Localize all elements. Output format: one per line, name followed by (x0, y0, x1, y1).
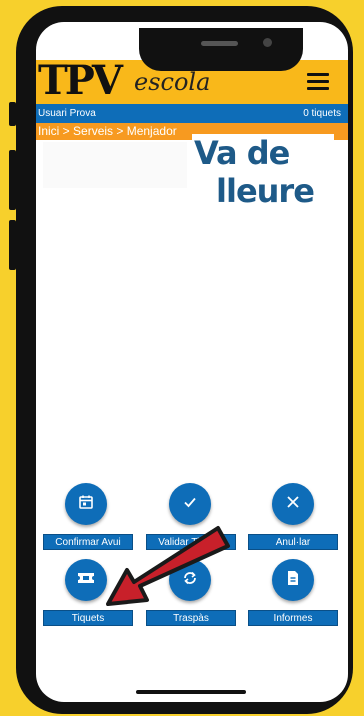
brand-logo-line1: Va de (194, 134, 290, 172)
transfer-label[interactable]: Traspàs (146, 610, 236, 626)
reports-button[interactable] (272, 559, 314, 601)
user-name: Usuari Prova (38, 108, 96, 119)
transfer-button[interactable] (169, 559, 211, 601)
content-panel (43, 142, 187, 188)
tickets-label[interactable]: Tiquets (43, 610, 133, 626)
reports-label[interactable]: Informes (248, 610, 338, 626)
validate-tickets-label[interactable]: Validar Tiquets (146, 534, 236, 550)
tickets-count: 0 tiquets (303, 108, 341, 119)
cancel-label[interactable]: Anul·lar (248, 534, 338, 550)
user-bar: Usuari Prova 0 tiquets (36, 104, 348, 123)
phone-notch (139, 28, 303, 71)
phone-side-button (9, 150, 16, 210)
front-camera (263, 38, 272, 47)
document-icon (286, 570, 300, 591)
confirm-today-button[interactable] (65, 483, 107, 525)
close-icon (286, 495, 300, 514)
speaker-grille (201, 41, 238, 46)
phone-screen: TPV escola Usuari Prova 0 tiquets Inici … (36, 22, 348, 702)
ticket-icon (77, 571, 95, 590)
home-indicator[interactable] (136, 690, 246, 694)
calendar-icon (78, 494, 94, 515)
cancel-button[interactable] (272, 483, 314, 525)
app-logo[interactable]: TPV (38, 59, 123, 103)
validate-tickets-button[interactable] (169, 483, 211, 525)
confirm-today-label[interactable]: Confirmar Avui (43, 534, 133, 550)
check-icon (182, 494, 198, 515)
app-logo-subtitle: escola (134, 68, 211, 96)
brand-logo: Va de lleure (192, 134, 334, 222)
sync-icon (182, 570, 198, 591)
tickets-button[interactable] (65, 559, 107, 601)
breadcrumb-text[interactable]: Inici > Serveis > Menjador (36, 124, 177, 138)
phone-side-button (9, 102, 16, 126)
hamburger-menu-icon[interactable] (307, 73, 329, 91)
brand-logo-line2: lleure (216, 172, 315, 210)
phone-side-button (9, 220, 16, 270)
